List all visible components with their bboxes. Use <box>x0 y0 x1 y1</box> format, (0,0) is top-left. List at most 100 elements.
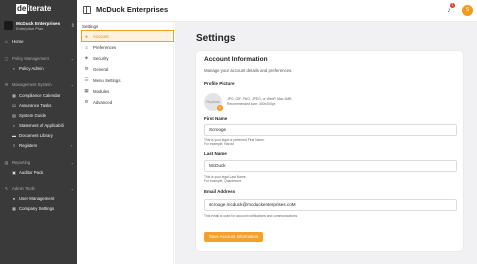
calendar-icon: ▦ <box>12 92 16 98</box>
email-label: Email Address <box>204 189 236 194</box>
sidebar-item-label: User Management <box>19 195 55 201</box>
sidebar-item-document-library[interactable]: ▬ Document Library <box>12 131 72 139</box>
sidebar-section-label: Policy Management <box>12 56 49 61</box>
settings-tab-preferences[interactable]: ≡ Preferences <box>81 42 171 52</box>
sidebar-item-label: Home <box>12 38 24 44</box>
package-icon: ▣ <box>12 169 16 175</box>
list-icon: ≡ <box>12 142 16 148</box>
document-icon: ▢ <box>4 56 9 61</box>
settings-tab-general[interactable]: ⚙ General <box>81 64 171 74</box>
org-avatar <box>4 21 13 30</box>
settings-tab-advanced[interactable]: ⚙ Advanced <box>81 97 171 107</box>
settings-tab-label: General <box>93 66 109 72</box>
home-icon: ⌂ <box>5 38 8 44</box>
grid-icon: ▦ <box>84 88 89 93</box>
active-tab-highlight <box>81 30 174 42</box>
sidebar-item-company-settings[interactable]: ▦ Company Settings <box>12 204 72 212</box>
settings-tab-label: Advanced <box>93 99 113 105</box>
tools-icon: ✎ <box>4 186 9 191</box>
chevron-right-icon: › <box>70 142 72 148</box>
sidebar-item-registers[interactable]: ≡ Registers › <box>12 141 72 149</box>
sidebar-item-user-management[interactable]: ● User Management <box>12 194 72 202</box>
settings-tab-modules[interactable]: ▦ Modules <box>81 86 171 96</box>
account-info-card: Account Information Manage your account … <box>196 51 463 251</box>
folder-icon: ▬ <box>12 132 16 138</box>
menu-icon: ☰ <box>84 77 89 82</box>
chevron-up-down-icon: ⇕ <box>70 22 75 29</box>
last-name-example: For example, Quackmore <box>204 179 242 183</box>
settings-tab-label: Modules <box>93 88 110 94</box>
sidebar-section-label: Management System <box>12 82 52 87</box>
first-name-field[interactable]: Scrooge <box>204 124 457 136</box>
sidebar-item-statement-of-applicability[interactable]: ▪ Statement of Applicabili <box>12 121 72 129</box>
sidebar-item-auditor-pack[interactable]: ▣ Auditor Pack <box>12 168 72 176</box>
top-bar: McDuck Enterprises ♪ 1 S <box>77 0 477 22</box>
sidebar-item-label: Statement of Applicabili <box>19 122 64 128</box>
settings-nav: Settings ● Account ≡ Preferences ◈ Secur… <box>77 22 174 264</box>
sidebar-item-label: System Guide <box>19 112 46 118</box>
book-icon: ▤ <box>12 112 16 118</box>
save-account-button[interactable]: Save Account Information <box>204 232 263 242</box>
photo-hint-formats: JPG, GIF, PNG, JPEG, or WebP. Max 2MB <box>227 97 292 101</box>
org-plan: Enterprise Plan <box>16 25 44 31</box>
sidebar-item-label: Registers <box>19 142 38 148</box>
settings-tab-menu-settings[interactable]: ☰ Menu Settings <box>81 75 171 85</box>
sidebar-item-label: Auditor Pack <box>19 169 44 175</box>
settings-tab-label: Menu Settings <box>93 77 121 83</box>
sidebar-item-label: Company Settings <box>19 205 55 211</box>
card-title: Account Information <box>204 56 268 63</box>
file-icon: ▪ <box>13 65 15 71</box>
last-name-label: Last Name <box>204 151 227 156</box>
chart-icon: ▥ <box>4 160 9 165</box>
last-name-field[interactable]: McDuck <box>204 160 457 172</box>
sidebar-item-label: Assurance Tasks <box>19 102 52 108</box>
card-subtitle: Manage your account details and preferen… <box>204 68 293 73</box>
sidebar-item-label: Document Library <box>19 132 53 138</box>
user-avatar[interactable]: S <box>462 5 473 16</box>
main-content: Settings Account Information Manage your… <box>175 22 477 264</box>
sidebar-item-policy-admin[interactable]: ▪ Policy Admin <box>12 64 72 72</box>
user-icon: ● <box>12 195 16 201</box>
chevron-down-icon: ⌄ <box>70 82 74 87</box>
sidebar-section-reporting[interactable]: ▥ Reporting ⌄ <box>4 159 74 166</box>
settings-nav-title: Settings <box>82 24 99 29</box>
settings-icon: ⚙ <box>4 82 9 87</box>
sidebar-item-home[interactable]: ⌂ Home <box>4 37 74 45</box>
camera-icon[interactable]: ✎ <box>217 105 223 111</box>
building-icon: ▦ <box>12 205 16 211</box>
app-logo[interactable]: de iterate <box>16 4 60 14</box>
sidebar-toggle-icon[interactable] <box>83 6 91 14</box>
sidebar-item-system-guide[interactable]: ▤ System Guide <box>12 111 72 119</box>
sidebar-item-label: Compliance Calendar <box>19 92 61 98</box>
sidebar-section-label: Admin Tools <box>12 186 35 191</box>
sidebar-section-policy-management[interactable]: ▢ Policy Management ⌄ <box>4 55 74 62</box>
settings-tab-label: Preferences <box>93 44 117 50</box>
gear-icon: ⚙ <box>84 66 89 71</box>
org-switcher[interactable]: McDuck Enterprises Enterprise Plan ⇕ <box>4 19 75 32</box>
org-name: McDuck Enterprises <box>16 20 61 26</box>
sidebar-item-label: Policy Admin <box>19 65 44 71</box>
sidebar-section-label: Reporting <box>12 160 31 165</box>
settings-tab-label: Security <box>93 55 109 61</box>
chevron-down-icon: ⌄ <box>70 186 74 191</box>
sidebar-section-management-system[interactable]: ⚙ Management System ⌄ <box>4 81 74 88</box>
settings-tab-security[interactable]: ◈ Security <box>81 53 171 63</box>
sidebar-item-assurance-tasks[interactable]: ☑ Assurance Tasks <box>12 101 72 109</box>
page-title: McDuck Enterprises <box>96 5 169 14</box>
gear-icon: ⚙ <box>84 99 89 104</box>
sidebar-item-compliance-calendar[interactable]: ▦ Compliance Calendar <box>12 91 72 99</box>
chevron-down-icon: ⌄ <box>70 160 74 165</box>
sidebar-section-admin-tools[interactable]: ✎ Admin Tools ⌄ <box>4 185 74 192</box>
document-icon: ▪ <box>13 122 15 128</box>
logo-text: iterate <box>27 4 52 13</box>
email-field[interactable]: scrooge.mcduck@mcduckenterprises.coM <box>204 199 457 211</box>
photo-hint-size: Recommended size: 400x400px <box>227 102 276 106</box>
sliders-icon: ≡ <box>85 44 88 50</box>
chevron-down-icon: ⌄ <box>70 56 74 61</box>
checklist-icon: ☑ <box>12 102 16 108</box>
app-sidebar: de iterate McDuck Enterprises Enterprise… <box>0 0 77 264</box>
email-help: This email is used for account notificat… <box>204 214 299 218</box>
profile-picture-label: Profile Picture <box>204 81 235 86</box>
logo-mark: de <box>16 4 28 14</box>
settings-heading: Settings <box>196 33 236 44</box>
